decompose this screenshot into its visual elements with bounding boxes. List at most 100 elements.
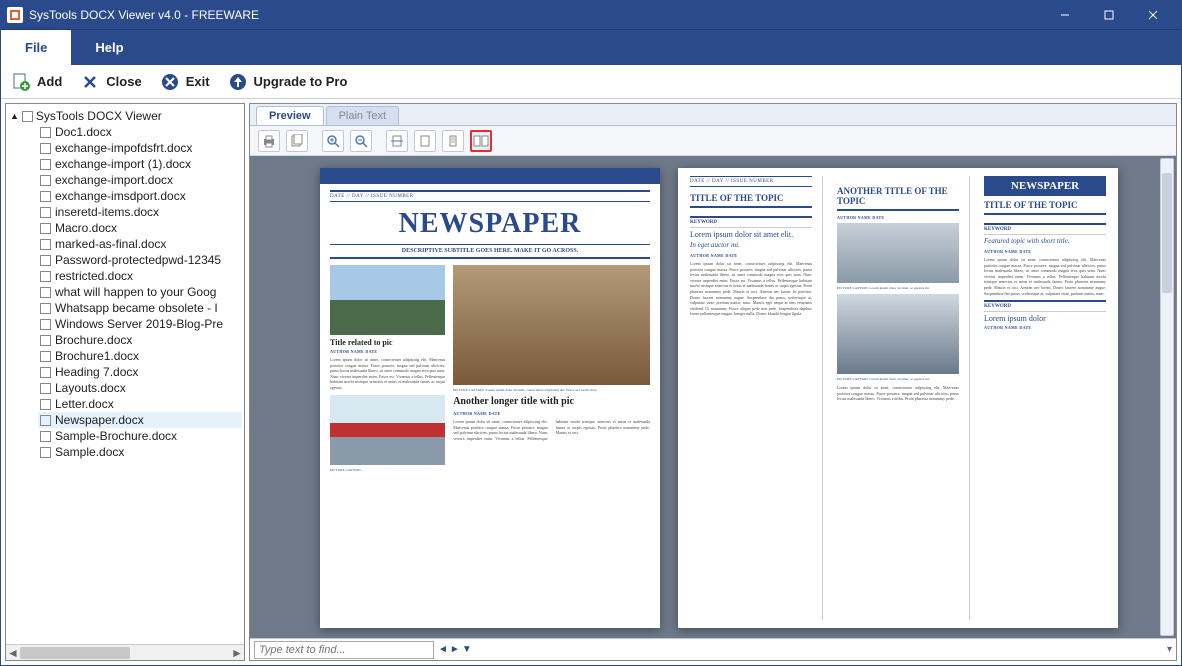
tree-node[interactable]: Brochure1.docx [38, 348, 242, 364]
tree-checkbox[interactable] [40, 399, 51, 410]
tree-root[interactable]: ▲ SysTools DOCX Viewer [8, 108, 242, 124]
upgrade-button[interactable]: Upgrade to Pro [228, 72, 348, 92]
tree-node[interactable]: Doc1.docx [38, 124, 242, 140]
zoom-in-icon[interactable] [322, 130, 344, 152]
tree-node[interactable]: Macro.docx [38, 220, 242, 236]
tree-checkbox[interactable] [40, 175, 51, 186]
lead-text: Featured topic with short title. [984, 237, 1106, 245]
find-next-icon[interactable]: ► [450, 644, 460, 655]
section-title: ANOTHER TITLE OF THE TOPIC [837, 186, 959, 211]
tree-node[interactable]: Layouts.docx [38, 380, 242, 396]
tree-checkbox[interactable] [40, 287, 51, 298]
tree-node[interactable]: exchange-import.docx [38, 172, 242, 188]
page1-meta: DATE // DAY // ISSUE NUMBER [330, 190, 650, 202]
menu-help[interactable]: Help [71, 30, 147, 65]
tree-checkbox[interactable] [40, 303, 51, 314]
tree-node[interactable]: exchange-imsdport.docx [38, 188, 242, 204]
article-body: Lorem ipsum dolor sit amet, consectetuer… [984, 257, 1106, 296]
add-button[interactable]: Add [11, 72, 62, 92]
tree-node[interactable]: exchange-impofdsfrt.docx [38, 140, 242, 156]
newspaper-title: NEWSPAPER [330, 208, 650, 240]
find-expand-icon[interactable]: ▾ [1167, 644, 1172, 655]
tree-checkbox[interactable] [40, 351, 51, 362]
title-bar: SysTools DOCX Viewer v4.0 - FREEWARE [1, 1, 1181, 29]
find-input[interactable] [254, 641, 434, 659]
tree-node[interactable]: marked-as-final.docx [38, 236, 242, 252]
tree-node[interactable]: exchange-import (1).docx [38, 156, 242, 172]
tree-node[interactable]: inseretd-items.docx [38, 204, 242, 220]
tree-node-label: Sample.docx [55, 445, 124, 459]
tree-checkbox[interactable] [40, 159, 51, 170]
scroll-left-icon[interactable]: ◄ [6, 645, 20, 661]
preview-toolbar [250, 126, 1176, 156]
zoom-out-icon[interactable] [350, 130, 372, 152]
tree-checkbox[interactable] [40, 367, 51, 378]
article-image [453, 265, 650, 385]
tree-node[interactable]: Letter.docx [38, 396, 242, 412]
tree-checkbox[interactable] [40, 447, 51, 458]
toolbar: Add Close Exit Upgrade to Pro [1, 65, 1181, 99]
tree-node[interactable]: restricted.docx [38, 268, 242, 284]
tree-checkbox[interactable] [40, 335, 51, 346]
tree-node[interactable]: Brochure.docx [38, 332, 242, 348]
close-window-button[interactable] [1131, 1, 1175, 29]
newspaper-brand: NEWSPAPER [984, 176, 1106, 196]
article-image [330, 265, 445, 335]
tree-checkbox[interactable] [40, 415, 51, 426]
tree-checkbox[interactable] [40, 255, 51, 266]
facing-pages-icon[interactable] [470, 130, 492, 152]
tree-checkbox[interactable] [40, 383, 51, 394]
article-byline: AUTHOR NAME DATE [837, 215, 959, 220]
print-icon[interactable] [258, 130, 280, 152]
close-label: Close [106, 74, 141, 89]
tree-checkbox[interactable] [22, 111, 33, 122]
tree-checkbox[interactable] [40, 239, 51, 250]
tree-node[interactable]: Whatsapp became obsolete - I [38, 300, 242, 316]
tree-checkbox[interactable] [40, 223, 51, 234]
article-body: Lorem ipsum dolor sit amet, consectetuer… [837, 385, 959, 402]
tab-preview[interactable]: Preview [256, 106, 324, 125]
fit-page-icon[interactable] [414, 130, 436, 152]
exit-button[interactable]: Exit [160, 72, 210, 92]
tree-node[interactable]: Sample.docx [38, 444, 242, 460]
tree-node[interactable]: Password-protectedpwd-12345 [38, 252, 242, 268]
lead-subtext: In eget auctor mi. [690, 241, 812, 249]
tree-checkbox[interactable] [40, 319, 51, 330]
minimize-button[interactable] [1043, 1, 1087, 29]
article-heading: Another longer title with pic [453, 396, 650, 407]
tree-node[interactable]: Newspaper.docx [38, 412, 242, 428]
tree-checkbox[interactable] [40, 431, 51, 442]
file-tree[interactable]: ▲ SysTools DOCX Viewer Doc1.docxexchange… [6, 104, 244, 644]
vertical-scrollbar[interactable] [1160, 158, 1174, 636]
fit-width-icon[interactable] [386, 130, 408, 152]
keyword-label: KEYWORD [690, 216, 812, 228]
document-canvas[interactable]: DATE // DAY // ISSUE NUMBER NEWSPAPER DE… [250, 156, 1176, 638]
vertical-scroll-thumb[interactable] [1162, 173, 1172, 293]
tree-checkbox[interactable] [40, 271, 51, 282]
tree-checkbox[interactable] [40, 143, 51, 154]
find-prev-icon[interactable]: ◄ [438, 644, 448, 655]
article-byline: AUTHOR NAME DATE [984, 325, 1106, 330]
tree-node[interactable]: Sample-Brochure.docx [38, 428, 242, 444]
tab-plain-text[interactable]: Plain Text [326, 106, 400, 125]
picture-caption: PICTURE CAPTION. Lorem ipsum dolor sit a… [453, 388, 650, 392]
tree-checkbox[interactable] [40, 127, 51, 138]
find-nav: ◄ ► ▼ [438, 644, 472, 655]
sidebar-horizontal-scrollbar[interactable]: ◄ ► [6, 644, 244, 660]
scroll-right-icon[interactable]: ► [230, 645, 244, 661]
collapse-icon[interactable]: ▲ [10, 111, 19, 121]
find-options-icon[interactable]: ▼ [462, 644, 472, 655]
menu-file[interactable]: File [1, 30, 71, 65]
maximize-button[interactable] [1087, 1, 1131, 29]
scroll-thumb[interactable] [20, 647, 130, 659]
upgrade-icon [228, 72, 248, 92]
tree-node[interactable]: what will happen to your Goog [38, 284, 242, 300]
copy-icon[interactable] [286, 130, 308, 152]
tree-checkbox[interactable] [40, 191, 51, 202]
single-page-icon[interactable] [442, 130, 464, 152]
tree-node[interactable]: Heading 7.docx [38, 364, 242, 380]
tree-node[interactable]: Windows Server 2019-Blog-Pre [38, 316, 242, 332]
preview-panel: Preview Plain Text DATE // DAY // ISSUE … [249, 103, 1177, 661]
close-button[interactable]: Close [80, 72, 141, 92]
tree-checkbox[interactable] [40, 207, 51, 218]
